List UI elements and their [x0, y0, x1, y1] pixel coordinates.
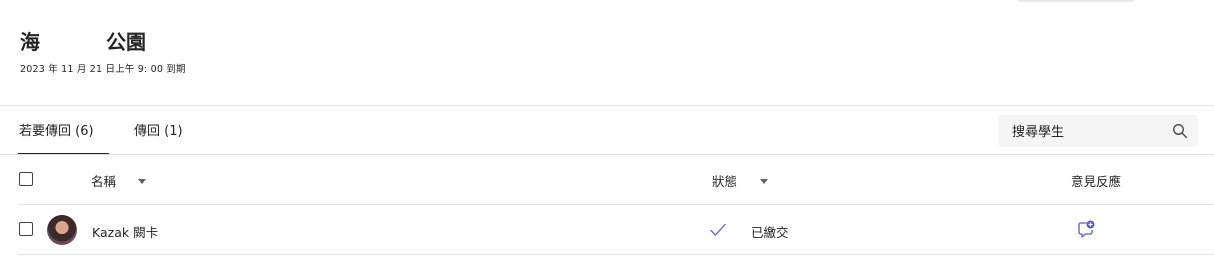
column-name-header[interactable]: 名稱	[91, 171, 116, 190]
status-text: 已繳交	[751, 225, 789, 240]
chevron-down-icon[interactable]	[137, 178, 147, 186]
comment-add-icon[interactable]	[1077, 220, 1095, 238]
search-input[interactable]	[1010, 121, 1164, 143]
avatar	[47, 215, 77, 245]
search-icon[interactable]	[1172, 123, 1188, 139]
row-checkbox[interactable]	[19, 222, 33, 236]
tab-to-return[interactable]: 若要傳回 (6)	[19, 120, 94, 139]
table-header: 名稱 狀態 意見反應	[0, 155, 1214, 204]
table-row: Kazak 闕卡 已繳交	[0, 205, 1214, 254]
search-box[interactable]	[998, 115, 1198, 147]
chevron-down-icon[interactable]	[759, 178, 769, 186]
column-feedback-header: 意見反應	[1071, 174, 1122, 189]
checkmark-icon	[710, 223, 726, 236]
tab-bar: 若要傳回 (6) 傳回 (1)	[0, 106, 1214, 155]
column-status-header[interactable]: 狀態	[712, 171, 737, 190]
title-part2: 公園	[106, 30, 146, 54]
tab-returned[interactable]: 傳回 (1)	[134, 120, 183, 139]
top-toolbar-edge	[1018, 0, 1134, 2]
due-date: 2023 年 11 月 21 日上午 9: 00 到期	[20, 64, 186, 75]
title-part1: 海	[20, 30, 40, 54]
select-all-checkbox[interactable]	[19, 172, 33, 186]
page-title: 海 公園	[20, 26, 186, 55]
student-name[interactable]: Kazak 闕卡	[92, 222, 158, 241]
divider	[18, 254, 1214, 255]
assignment-header: 海 公園 2023 年 11 月 21 日上午 9: 00 到期	[20, 26, 186, 75]
